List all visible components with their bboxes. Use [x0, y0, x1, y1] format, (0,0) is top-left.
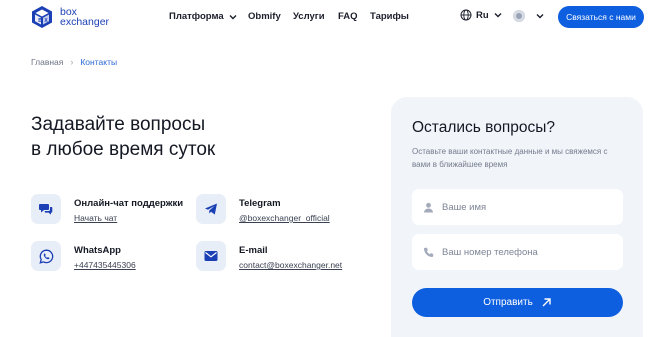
phone-input[interactable]: [442, 246, 612, 258]
user-icon: [424, 202, 433, 212]
language-selector[interactable]: Ru: [460, 9, 503, 21]
name-field[interactable]: [412, 189, 623, 225]
nav-item-label: FAQ: [338, 11, 358, 22]
logo-line-2: exchanger: [60, 16, 110, 28]
contact-item-whatsapp: WhatsApp +447435445306: [31, 241, 136, 271]
logo[interactable]: B X box exchanger: [30, 5, 109, 29]
nav-item-platform[interactable]: Платформа: [169, 11, 238, 22]
nav-item-label: Obmify: [248, 11, 281, 22]
telegram-link[interactable]: @boxexchanger_official: [239, 213, 330, 223]
chat-icon: [31, 194, 61, 224]
form-title: Остались вопросы?: [412, 119, 556, 136]
mail-icon: [196, 241, 226, 271]
page-title-line-1: Задавайте вопросы: [31, 114, 206, 135]
theme-switcher[interactable]: [513, 10, 545, 22]
whatsapp-link[interactable]: +447435445306: [74, 260, 136, 270]
page-title-line-2: в любое время суток: [31, 139, 216, 160]
contact-us-button[interactable]: Связаться с нами: [558, 6, 644, 28]
nav-item-label: Платформа: [169, 11, 224, 22]
submit-button-label: Отправить: [483, 297, 533, 308]
contact-item-label: WhatsApp: [74, 245, 121, 256]
globe-icon: [460, 9, 472, 21]
name-input[interactable]: [442, 201, 612, 213]
contact-item-label: Онлайн-чат поддержки: [74, 198, 184, 209]
header: B X box exchanger Платформа Obmify Услуг…: [0, 0, 653, 34]
nav-item-services[interactable]: Услуги: [293, 11, 325, 22]
arrow-up-right-icon: [542, 298, 551, 307]
nav-item-pricing[interactable]: Тарифы: [370, 11, 409, 22]
whatsapp-icon: [31, 241, 61, 271]
logo-text: box exchanger: [60, 6, 110, 28]
form-subtitle: Оставьте ваши контактные данные и мы свя…: [412, 147, 608, 169]
page-title: Задавайте вопросы в любое время суток: [31, 112, 361, 162]
logo-icon: B X: [32, 6, 52, 28]
breadcrumb-home[interactable]: Главная: [31, 57, 63, 67]
nav-item-obmify[interactable]: Obmify: [248, 11, 281, 22]
phone-field[interactable]: [412, 234, 623, 270]
chevron-down-icon: [494, 13, 502, 18]
nav-item-faq[interactable]: FAQ: [338, 11, 358, 22]
nav-item-label: Тарифы: [370, 11, 409, 22]
language-label: Ru: [476, 9, 489, 21]
start-chat-link[interactable]: Начать чат: [74, 213, 183, 223]
contact-form-card: Остались вопросы? Оставьте ваши контактн…: [391, 97, 643, 337]
breadcrumb-current: Контакты: [80, 57, 118, 67]
contact-item-telegram: Telegram @boxexchanger_official: [196, 194, 330, 224]
submit-button[interactable]: Отправить: [412, 288, 623, 317]
telegram-icon: [196, 194, 226, 224]
email-link[interactable]: contact@boxexchanger.net: [239, 260, 342, 270]
chevron-down-icon: [536, 14, 544, 19]
breadcrumb: Главная › Контакты: [31, 57, 117, 67]
theme-icon: [513, 10, 525, 22]
svg-text:B: B: [38, 18, 42, 24]
nav-item-label: Услуги: [293, 11, 325, 22]
phone-icon: [423, 247, 434, 257]
contact-item-label: Telegram: [239, 198, 281, 209]
contact-item-label: E-mail: [239, 245, 268, 256]
chevron-down-icon: [229, 14, 237, 19]
breadcrumb-chevron-icon: ›: [70, 57, 74, 67]
contact-item-chat: Онлайн-чат поддержки Начать чат: [31, 194, 183, 224]
contact-item-email: E-mail contact@boxexchanger.net: [196, 241, 342, 271]
